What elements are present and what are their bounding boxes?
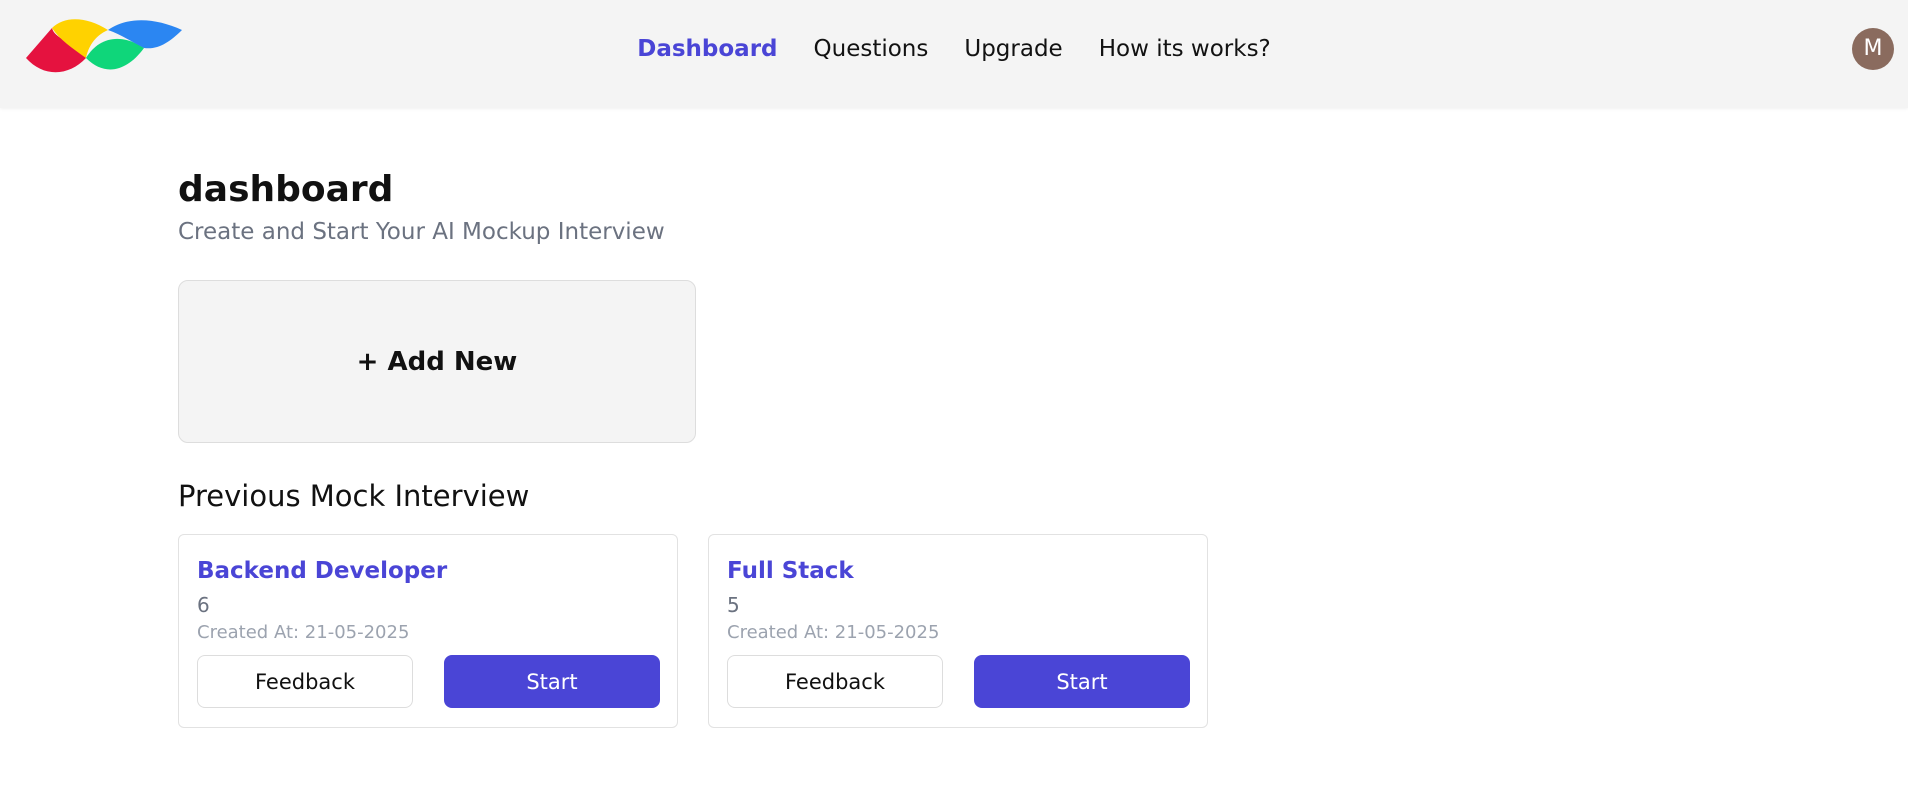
interview-created-date: Created At: 21-05-2025 [197,622,410,643]
interview-card: Backend Developer 6 Created At: 21-05-20… [178,534,678,728]
page-title: dashboard [178,169,394,210]
interview-card: Full Stack 5 Created At: 21-05-2025 Feed… [708,534,1208,728]
interview-created-date: Created At: 21-05-2025 [727,622,940,643]
page-subtitle: Create and Start Your AI Mockup Intervie… [178,219,665,245]
start-button[interactable]: Start [444,655,660,708]
add-new-interview-card[interactable]: + Add New [178,280,696,443]
add-new-label: + Add New [356,346,518,377]
nav-how-it-works[interactable]: How its works? [1099,31,1271,67]
interview-count: 5 [727,593,740,617]
main-nav: Dashboard Questions Upgrade How its work… [0,31,1908,67]
interview-title: Full Stack [727,558,854,584]
user-avatar[interactable]: M [1852,28,1894,70]
previous-interviews-heading: Previous Mock Interview [178,479,530,513]
feedback-button[interactable]: Feedback [197,655,413,708]
feedback-button[interactable]: Feedback [727,655,943,708]
interview-count: 6 [197,593,210,617]
top-navbar: Dashboard Questions Upgrade How its work… [0,0,1908,108]
nav-upgrade[interactable]: Upgrade [964,31,1062,67]
start-button[interactable]: Start [974,655,1190,708]
nav-dashboard[interactable]: Dashboard [637,31,777,67]
interview-title: Backend Developer [197,558,448,584]
nav-questions[interactable]: Questions [814,31,929,67]
